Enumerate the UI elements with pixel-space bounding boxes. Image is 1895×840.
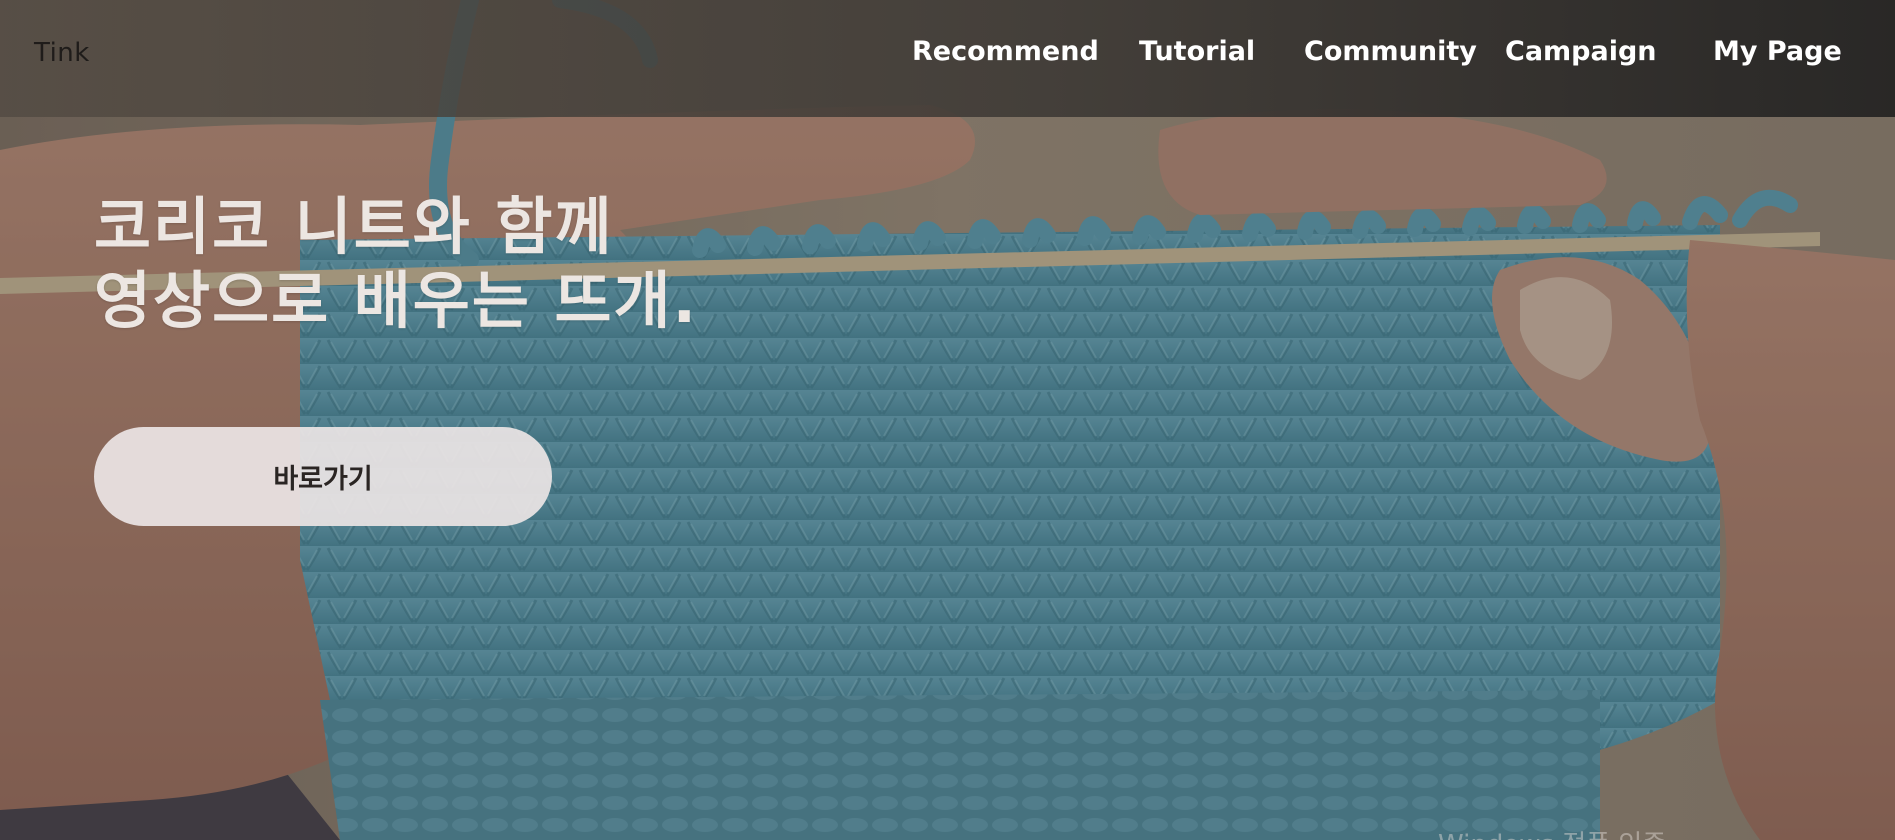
nav-item-tutorial[interactable]: Tutorial <box>1139 36 1255 67</box>
hero-headline-line-2: 영상으로 배우는 뜨개. <box>94 264 699 337</box>
go-now-button[interactable]: 바로가기 <box>94 427 552 526</box>
nav-item-recommend[interactable]: Recommend <box>912 36 1099 67</box>
hero-headline: 코리코 니트와 함께 영상으로 배우는 뜨개. <box>94 190 698 338</box>
nav-item-my-page[interactable]: My Page <box>1713 36 1842 67</box>
brand-logo-text[interactable]: Tink <box>34 38 90 68</box>
hero-headline-line-1: 코리코 니트와 함께 <box>94 190 614 263</box>
nav-item-campaign[interactable]: Campaign <box>1505 36 1657 67</box>
tink-landing-page: Tink Recommend Tutorial Community Campai… <box>0 0 1895 840</box>
top-navigation-bar: Tink Recommend Tutorial Community Campai… <box>0 0 1895 117</box>
nav-item-community[interactable]: Community <box>1304 36 1477 67</box>
hero-dim-overlay <box>0 0 1895 840</box>
os-activation-watermark: Windows 정품 인증 <box>1438 824 1666 840</box>
